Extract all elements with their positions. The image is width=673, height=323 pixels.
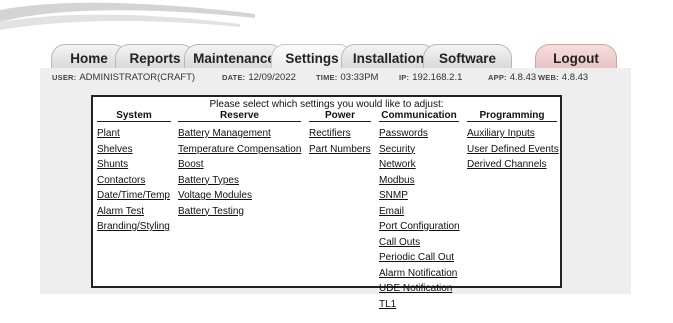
settings-panel: Please select which settings you would l… bbox=[91, 95, 562, 310]
settings-link-modbus[interactable]: Modbus bbox=[379, 173, 459, 189]
column-header: System bbox=[97, 110, 171, 122]
tab-maintenance[interactable]: Maintenance bbox=[184, 44, 284, 68]
status-time: TIME: 03:33PM bbox=[316, 72, 379, 83]
column-header: Communication bbox=[379, 110, 459, 122]
settings-link-port-configuration[interactable]: Port Configuration bbox=[379, 219, 460, 235]
column-header: Reserve bbox=[178, 110, 301, 122]
settings-link-part-numbers[interactable]: Part Numbers bbox=[309, 142, 371, 158]
settings-prompt: Please select which settings you would l… bbox=[209, 99, 444, 110]
settings-link-temperature-compensation[interactable]: Temperature Compensation bbox=[178, 142, 301, 158]
settings-column-power: Power Rectifiers Part Numbers bbox=[309, 110, 371, 157]
tab-software[interactable]: Software bbox=[423, 44, 512, 68]
column-header: Programming bbox=[467, 110, 557, 122]
settings-column-reserve: Reserve Battery Management Temperature C… bbox=[178, 110, 301, 219]
tab-logout[interactable]: Logout bbox=[535, 44, 617, 68]
settings-link-security[interactable]: Security bbox=[379, 142, 459, 158]
settings-link-periodic-call-out[interactable]: Periodic Call Out bbox=[379, 250, 459, 266]
settings-link-battery-testing[interactable]: Battery Testing bbox=[178, 204, 301, 220]
settings-link-ude-notification[interactable]: UDE Notification bbox=[379, 281, 459, 297]
settings-link-contactors[interactable]: Contactors bbox=[97, 173, 171, 189]
column-header: Power bbox=[309, 110, 371, 122]
settings-link-plant[interactable]: Plant bbox=[97, 126, 171, 142]
settings-link-rectifiers[interactable]: Rectifiers bbox=[309, 126, 371, 142]
status-web-version: WEB: 4.8.43 bbox=[538, 72, 589, 83]
status-user: USER: ADMINISTRATOR(CRAFT) bbox=[52, 72, 196, 83]
settings-link-shunts[interactable]: Shunts bbox=[97, 157, 171, 173]
status-date: DATE: 12/09/2022 bbox=[222, 72, 296, 83]
tab-reports[interactable]: Reports bbox=[115, 44, 195, 68]
status-app-version: APP: 4.8.43 bbox=[488, 72, 537, 83]
settings-link-voltage-modules[interactable]: Voltage Modules bbox=[178, 188, 301, 204]
settings-link-passwords[interactable]: Passwords bbox=[379, 126, 459, 142]
settings-link-auxiliary-inputs[interactable]: Auxiliary Inputs bbox=[467, 126, 557, 142]
settings-link-user-defined-events[interactable]: User Defined Events bbox=[467, 142, 559, 158]
settings-link-battery-types[interactable]: Battery Types bbox=[178, 173, 301, 189]
settings-link-shelves[interactable]: Shelves bbox=[97, 142, 171, 158]
settings-link-date-time-temp[interactable]: Date/Time/Temp bbox=[97, 188, 171, 204]
settings-link-network[interactable]: Network bbox=[379, 157, 459, 173]
settings-link-branding-styling[interactable]: Branding/Styling bbox=[97, 219, 171, 235]
tab-installation[interactable]: Installation bbox=[341, 44, 436, 68]
main-navigation-tabs: Home Reports Maintenance Settings Instal… bbox=[0, 0, 673, 70]
settings-link-alarm-notification[interactable]: Alarm Notification bbox=[379, 266, 459, 282]
settings-link-email[interactable]: Email bbox=[379, 204, 459, 220]
settings-link-call-outs[interactable]: Call Outs bbox=[379, 235, 459, 251]
settings-column-system: System Plant Shelves Shunts Contactors D… bbox=[97, 110, 171, 235]
settings-link-tl1[interactable]: TL1 bbox=[379, 297, 459, 313]
settings-column-programming: Programming Auxiliary Inputs User Define… bbox=[467, 110, 559, 173]
settings-link-battery-management[interactable]: Battery Management bbox=[178, 126, 301, 142]
settings-link-derived-channels[interactable]: Derived Channels bbox=[467, 157, 557, 173]
settings-link-alarm-test[interactable]: Alarm Test bbox=[97, 204, 171, 220]
settings-column-communication: Communication Passwords Security Network… bbox=[379, 110, 460, 313]
settings-link-boost[interactable]: Boost bbox=[178, 157, 301, 173]
status-ip: IP: 192.168.2.1 bbox=[399, 72, 463, 83]
settings-link-snmp[interactable]: SNMP bbox=[379, 188, 459, 204]
